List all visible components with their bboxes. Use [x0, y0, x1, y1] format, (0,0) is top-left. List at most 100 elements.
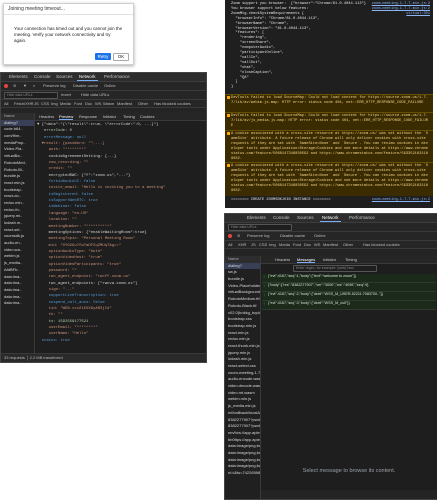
request-row[interactable]: js_media.min.js [225, 403, 260, 410]
type-filter-js[interactable]: JS [34, 101, 39, 106]
request-row[interactable]: react-thunk.min.js [225, 343, 260, 350]
blocked-cookies-checkbox[interactable]: Has blocked cookies [154, 101, 191, 106]
type-filter-font[interactable]: Font [293, 242, 301, 247]
request-row[interactable]: webim.min.js [225, 396, 260, 403]
type-filter-wasm[interactable]: Wasm [103, 101, 114, 106]
request-row[interactable]: nm/hcs://app.apies.. [225, 430, 260, 437]
throttle-select[interactable]: Online [314, 233, 326, 238]
filter-input[interactable]: Hide data URLs [4, 92, 58, 99]
tab-timing[interactable]: Timing [345, 257, 357, 262]
clear-icon[interactable]: ⊘ [13, 83, 16, 88]
tab-network[interactable]: Network [320, 215, 340, 222]
websocket-message-row[interactable]: ↑ {"evt":4167,"seq":3,"body":{"dstrt":"WS… [262, 301, 436, 310]
record-icon[interactable] [4, 84, 8, 88]
type-filter-media[interactable]: Media [60, 101, 71, 106]
request-row[interactable]: data:ima.. [1, 300, 34, 307]
request-row[interactable]: data:ima.. [1, 274, 34, 281]
tab-headers[interactable]: Headers [39, 114, 54, 119]
preserve-log-checkbox[interactable]: Preserve log [247, 233, 269, 238]
request-row[interactable]: dialing? [1, 119, 34, 127]
type-filter-doc[interactable]: Doc [85, 101, 92, 106]
request-row[interactable]: dialing? [225, 262, 260, 270]
tab-messages[interactable]: Messages [297, 257, 316, 263]
request-row[interactable]: video.wa.. [1, 247, 34, 254]
request-row[interactable]: data:ima.. [1, 280, 34, 287]
tab-headers[interactable]: Headers [275, 257, 290, 262]
request-row[interactable]: zoom-meeting-1.7.7.m.. [225, 370, 260, 377]
request-row[interactable]: lodash.m.. [1, 220, 34, 227]
blocked-cookies-checkbox[interactable]: Has blocked cookies [363, 242, 400, 247]
request-row[interactable]: RobotoMed.. [1, 160, 34, 167]
type-filter-other[interactable]: Other [343, 242, 353, 247]
request-row[interactable]: data:ima.. [1, 294, 34, 301]
record-icon[interactable] [228, 234, 232, 238]
request-row[interactable]: virtualBa.. [1, 153, 34, 160]
disable-cache-checkbox[interactable]: Disable cache [73, 83, 98, 88]
request-row[interactable]: js_media.. [1, 260, 34, 267]
type-filter-js[interactable]: JS [251, 242, 256, 247]
type-filter-css[interactable]: CSS [41, 101, 49, 106]
tab-initiator[interactable]: Initiator [103, 114, 116, 119]
source-link[interactable]: zoom-meeting-1.7.7.min.js:2 [372, 7, 430, 11]
search-icon[interactable]: ⌕ [33, 83, 35, 88]
request-row[interactable]: lodash.min.js [225, 356, 260, 363]
request-row[interactable]: audio-encode.wasm [225, 376, 260, 383]
tab-cookies[interactable]: Cookies [140, 114, 154, 119]
type-filter-doc[interactable]: Doc [304, 242, 311, 247]
type-filter-all[interactable]: All [4, 101, 8, 106]
type-filter-ws[interactable]: WS [314, 242, 320, 247]
filter-input[interactable]: Hide data URLs [228, 224, 292, 231]
tab-elements[interactable]: Elements [247, 215, 266, 220]
clear-icon[interactable]: ⊘ [237, 233, 240, 238]
request-row[interactable]: redux.min.js [225, 336, 260, 343]
type-filter-other[interactable]: Other [138, 101, 148, 106]
tab-performance[interactable]: Performance [104, 74, 130, 79]
tab-sources[interactable]: Sources [297, 215, 314, 220]
request-row[interactable]: redux.min.. [1, 200, 34, 207]
tab-sources[interactable]: Sources [56, 74, 73, 79]
request-row[interactable]: bundle.js [225, 276, 260, 283]
tab-elements[interactable]: Elements [9, 74, 28, 79]
disable-cache-checkbox[interactable]: Disable cache [280, 233, 305, 238]
request-row[interactable]: audio-en.. [1, 240, 34, 247]
type-filter-font[interactable]: Font [74, 101, 82, 106]
type-filter-css[interactable]: CSS [259, 242, 267, 247]
tab-network[interactable]: Network [77, 74, 97, 81]
request-row[interactable]: react.min.js [225, 330, 260, 337]
request-row[interactable]: mf/callback/localAu.. [225, 410, 260, 417]
message-filter-input[interactable]: Enter regex, for example: (web)?soc [293, 265, 377, 272]
request-row[interactable]: 8382277907?pwd=.. [225, 423, 260, 430]
type-filter-img[interactable]: Img [269, 242, 276, 247]
request-row[interactable]: RobotoMedium.ttf [225, 296, 260, 303]
request-row[interactable]: webim.js [1, 253, 34, 260]
request-row[interactable]: com/ft/m.. [1, 133, 34, 140]
filter-icon[interactable]: ▼ [23, 83, 27, 88]
retry-button[interactable]: Retry [95, 53, 111, 60]
tab-response[interactable]: Response [79, 114, 97, 119]
source-link[interactable]: zoom-meeting-1.7.7.min.js:2 [372, 198, 430, 202]
request-row[interactable]: bootstrap.min.js [225, 323, 260, 330]
request-row[interactable]: bundle.js [1, 173, 34, 180]
request-row[interactable]: data:image/png;base.. [225, 443, 260, 450]
request-row[interactable]: jquery.min.js [225, 350, 260, 357]
request-row[interactable]: data:image/png;base.. [225, 463, 260, 470]
request-row[interactable]: react.min.js [1, 180, 34, 187]
throttle-select[interactable]: Online [104, 83, 116, 88]
name-header[interactable]: Name [225, 256, 260, 263]
websocket-message-row[interactable]: ↑ {"evt":4167,"seq":1,"body":{"text":"wel… [262, 274, 436, 283]
source-link[interactable]: zoom-meeting-1.7.7.min.js:2 [372, 2, 430, 6]
tab-initiator[interactable]: Initiator [323, 257, 336, 262]
type-filter-img[interactable]: Img [51, 101, 58, 106]
request-row[interactable]: jquery.mi.. [1, 213, 34, 220]
tab-console[interactable]: Console [34, 74, 51, 79]
request-row[interactable]: data:ima.. [1, 287, 34, 294]
tab-performance[interactable]: Performance [349, 215, 375, 220]
request-row[interactable]: react-select.css [225, 363, 260, 370]
type-filter-ws[interactable]: WS [95, 101, 101, 106]
request-row[interactable]: code.b64.. [1, 126, 34, 133]
name-header[interactable]: Name [1, 113, 34, 120]
tab-timing[interactable]: Timing [123, 114, 135, 119]
request-row[interactable]: Video-Placeholder-Dp.. [225, 283, 260, 290]
type-filter-xhr[interactable]: XHR [238, 242, 246, 247]
type-filter-xhr[interactable]: Fetch/XHR [14, 101, 34, 106]
